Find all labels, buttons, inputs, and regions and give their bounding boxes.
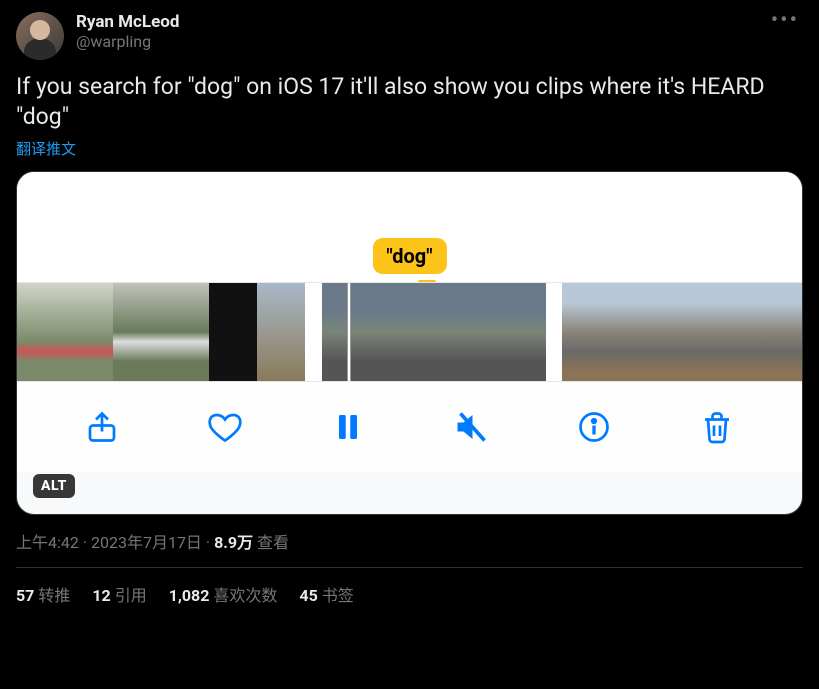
thumbnail[interactable] xyxy=(17,283,65,381)
share-icon[interactable] xyxy=(80,405,124,449)
media-card[interactable]: "dog" xyxy=(16,171,803,515)
pause-icon[interactable] xyxy=(326,405,370,449)
thumbnail[interactable] xyxy=(658,283,706,381)
tweet-text: If you search for "dog" on iOS 17 it'll … xyxy=(16,72,803,132)
media-controls xyxy=(17,382,802,472)
video-timeline[interactable] xyxy=(17,282,802,382)
handle[interactable]: @warpling xyxy=(76,32,755,51)
display-name[interactable]: Ryan McLeod xyxy=(76,12,755,32)
thumbnail[interactable] xyxy=(65,283,113,381)
views-count: 8.9万 xyxy=(214,533,253,552)
thumbnail[interactable] xyxy=(161,283,209,381)
thumbnail[interactable] xyxy=(209,283,257,381)
clip-group-1 xyxy=(17,283,305,381)
stat-quotes[interactable]: 12引用 xyxy=(92,582,146,606)
media-preview-top: "dog" xyxy=(17,172,802,282)
stat-retweets[interactable]: 57转推 xyxy=(16,582,70,606)
clip-group-3 xyxy=(562,283,802,381)
thumbnail[interactable] xyxy=(490,283,546,381)
search-tag-label: "dog" xyxy=(372,238,446,274)
thumbnail[interactable] xyxy=(754,283,802,381)
alt-badge[interactable]: ALT xyxy=(33,474,75,498)
playhead[interactable] xyxy=(347,283,351,381)
views-label: 查看 xyxy=(253,533,289,552)
tweet-header: Ryan McLeod @warpling ••• xyxy=(16,12,803,60)
mute-icon[interactable] xyxy=(449,405,493,449)
trash-icon[interactable] xyxy=(695,405,739,449)
heart-icon[interactable] xyxy=(203,405,247,449)
more-icon[interactable]: ••• xyxy=(767,12,803,30)
stat-likes[interactable]: 1,082喜欢次数 xyxy=(169,582,278,606)
author-block: Ryan McLeod @warpling xyxy=(76,12,755,51)
avatar[interactable] xyxy=(16,12,64,60)
thumbnail[interactable] xyxy=(562,283,610,381)
translate-link[interactable]: 翻译推文 xyxy=(16,138,76,159)
thumbnail[interactable] xyxy=(257,283,305,381)
meta-time[interactable]: 上午4:42 xyxy=(16,533,79,552)
tweet-container: Ryan McLeod @warpling ••• If you search … xyxy=(0,0,819,632)
info-icon[interactable] xyxy=(572,405,616,449)
tweet-meta: 上午4:42 · 2023年7月17日 · 8.9万 查看 xyxy=(16,529,803,568)
thumbnail[interactable] xyxy=(378,283,434,381)
meta-date[interactable]: 2023年7月17日 xyxy=(91,533,202,552)
thumbnail[interactable] xyxy=(610,283,658,381)
stat-bookmarks[interactable]: 45书签 xyxy=(299,582,353,606)
thumbnail[interactable] xyxy=(706,283,754,381)
thumbnail[interactable] xyxy=(113,283,161,381)
thumbnail[interactable] xyxy=(434,283,490,381)
clip-group-2 xyxy=(322,283,546,381)
tweet-stats: 57转推 12引用 1,082喜欢次数 45书签 xyxy=(16,568,803,620)
